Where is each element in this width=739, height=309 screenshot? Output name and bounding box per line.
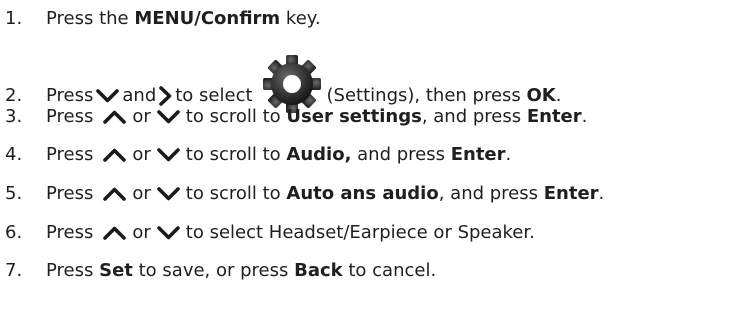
step-number: 5. (5, 183, 23, 204)
step-3: 3. Press or to scroll to User settings ,… (0, 106, 587, 128)
chevron-down-icon (156, 109, 180, 125)
chevron-up-icon (103, 147, 127, 163)
step-text-segment: Press the (46, 8, 135, 29)
key-name-set: Set (99, 260, 133, 281)
step-text-segment: . (581, 106, 588, 127)
step-7: 7. Press Set to save, or press Back to c… (0, 260, 436, 282)
step-text-segment: , and press (421, 106, 527, 127)
step-text-segment: or (132, 183, 151, 204)
step-text-segment: to scroll to (185, 183, 287, 204)
step-text-segment: . (598, 183, 605, 204)
step-5: 5. Press or to scroll to Auto ans audio … (0, 183, 604, 205)
step-text-segment: (Settings), then press (326, 85, 527, 106)
chevron-down-icon (156, 225, 180, 241)
step-text-segment: , and press (438, 183, 544, 204)
chevron-down-icon (96, 88, 120, 104)
key-name-ok: OK (526, 85, 556, 106)
step-number: 4. (5, 144, 23, 165)
step-text: Press or to select Headset/Earpiece or S… (46, 222, 535, 244)
instruction-steps: 1. Press the MENU/Confirm key. 2. Press … (0, 0, 739, 309)
step-text-segment: to select Headset/Earpiece or Speaker. (185, 222, 535, 243)
step-text-segment: Press (46, 144, 94, 165)
step-text-segment: to cancel. (342, 260, 437, 281)
step-text-segment: and (122, 85, 157, 106)
step-text-segment: or (132, 222, 151, 243)
chevron-up-icon (103, 109, 127, 125)
key-name-menu-confirm: MENU/Confirm (134, 8, 281, 29)
step-text-segment: Press (46, 183, 94, 204)
step-number: 3. (5, 106, 23, 127)
step-number: 6. (5, 222, 23, 243)
chevron-right-icon (158, 86, 172, 106)
menu-item-user-settings: User settings (286, 106, 422, 127)
step-text-segment: . (505, 144, 512, 165)
step-text: Press Set to save, or press Back to canc… (46, 260, 436, 282)
menu-item-audio: Audio, (286, 144, 352, 165)
step-text-segment: to select (175, 85, 253, 106)
step-text: Press or to scroll to User settings , an… (46, 106, 587, 128)
chevron-up-icon (103, 186, 127, 202)
menu-item-auto-ans-audio: Auto ans audio (286, 183, 439, 204)
step-number: 7. (5, 260, 23, 281)
step-text: Press or to scroll to Audio, and press E… (46, 144, 511, 166)
chevron-down-icon (156, 147, 180, 163)
chevron-up-icon (103, 225, 127, 241)
key-name-enter: Enter (450, 144, 506, 165)
step-4: 4. Press or to scroll to Audio, and pres… (0, 144, 511, 166)
step-text-segment: . (555, 85, 562, 106)
key-name-enter: Enter (526, 106, 582, 127)
step-number: 2. (5, 85, 23, 106)
step-text-segment: or (132, 106, 151, 127)
step-text-segment: to scroll to (185, 144, 287, 165)
step-text: Press the MENU/Confirm key. (46, 8, 321, 30)
step-text-segment: Press (46, 260, 100, 281)
step-text-segment: key. (280, 8, 321, 29)
step-1: 1. Press the MENU/Confirm key. (0, 8, 321, 30)
chevron-down-icon (156, 186, 180, 202)
key-name-back: Back (294, 260, 343, 281)
step-number: 1. (5, 8, 23, 29)
step-text-segment: to scroll to (185, 106, 287, 127)
step-6: 6. Press or to select Headset/Earpiece o… (0, 222, 535, 244)
step-text-segment: Press (46, 106, 94, 127)
step-text: Press or to scroll to Auto ans audio , a… (46, 183, 604, 205)
step-text-segment: or (132, 144, 151, 165)
step-text-segment: to save, or press (132, 260, 295, 281)
step-text-segment: Press (46, 222, 94, 243)
step-text-segment: Press (46, 85, 94, 106)
key-name-enter: Enter (543, 183, 599, 204)
step-text-segment: and press (351, 144, 451, 165)
